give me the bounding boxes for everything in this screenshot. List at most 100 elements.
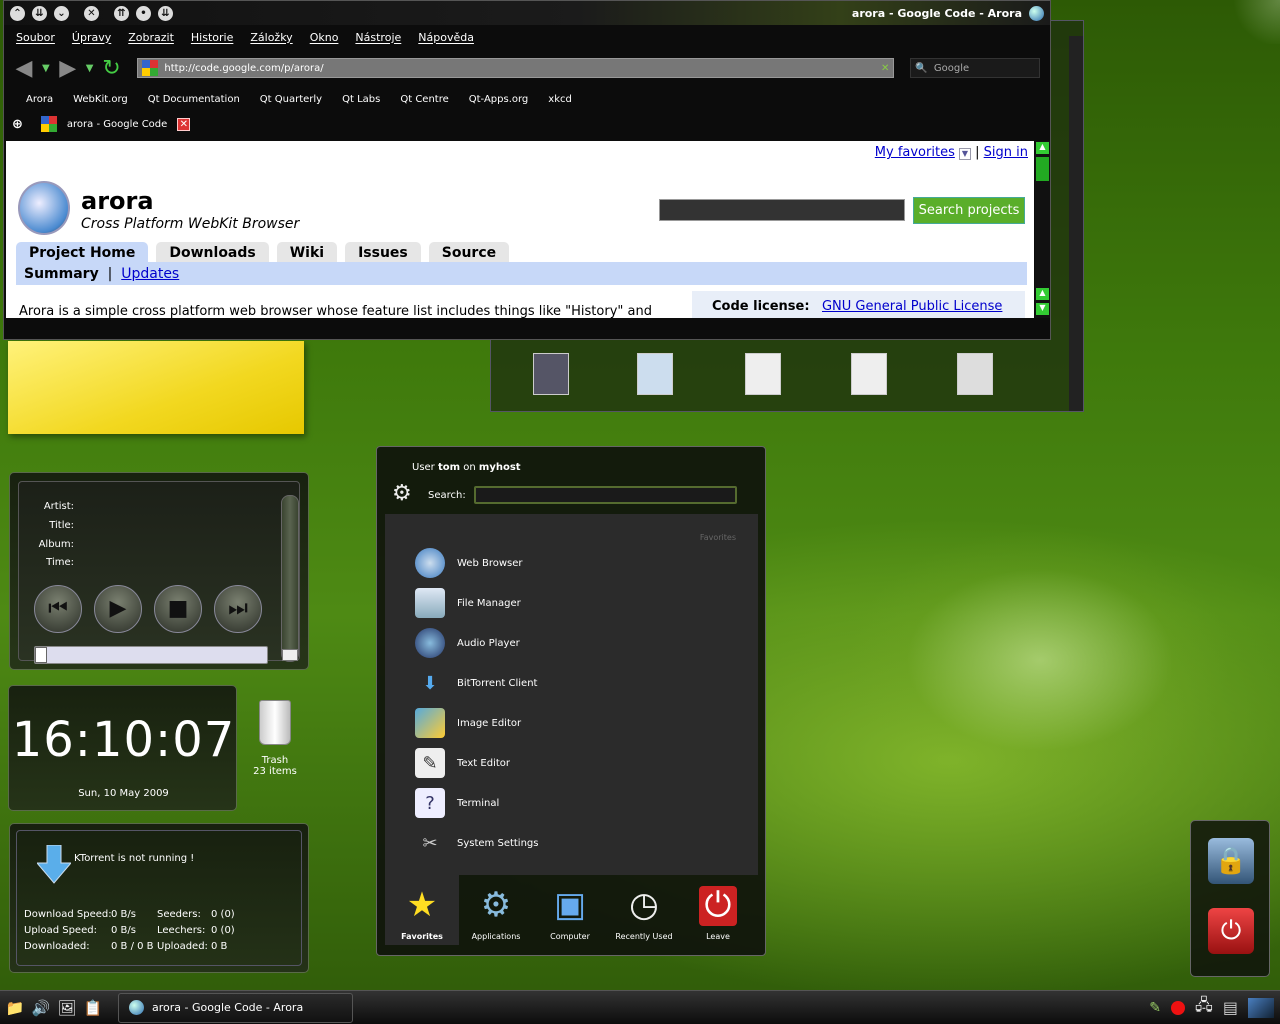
back-arrow-icon[interactable]: ◀ (12, 56, 36, 81)
desktop-toolbox-button[interactable] (1230, 0, 1280, 44)
desktop-settings-icon[interactable]: 🖼 (56, 997, 78, 1019)
next-track-button[interactable]: ⏭ (214, 585, 262, 633)
bookmark-qt-labs[interactable]: Qt Labs (342, 94, 380, 105)
menu-zobrazit[interactable]: Zobrazit (128, 31, 174, 44)
stop-button[interactable]: ■ (154, 585, 202, 633)
my-favorites-link[interactable]: My favorites (875, 145, 955, 160)
pager-icon[interactable]: ▤ (1223, 998, 1238, 1017)
tab-source[interactable]: Source (428, 242, 510, 263)
folder-item-photo[interactable] (533, 353, 569, 395)
seek-slider-handle[interactable] (35, 647, 47, 663)
folder-item-archive[interactable] (745, 353, 781, 395)
fav-text-editor[interactable]: ✎ Text Editor (415, 746, 715, 780)
project-name[interactable]: arora (81, 187, 154, 215)
tab-close-icon[interactable]: ✕ (177, 117, 191, 131)
previous-track-button[interactable]: ⏮ (34, 585, 82, 633)
fav-audio-player[interactable]: Audio Player (415, 626, 715, 660)
menu-okno[interactable]: Okno (310, 31, 339, 44)
folder-item-video[interactable] (957, 353, 993, 395)
menu-nastroje[interactable]: Nástroje (355, 31, 401, 44)
show-desktop-icon[interactable] (1248, 997, 1274, 1018)
tab-title[interactable]: arora - Google Code (67, 119, 167, 130)
folder-view-scrollbar[interactable] (1069, 36, 1083, 411)
trash-desktop-icon[interactable]: Trash 23 items (250, 700, 300, 777)
url-bar[interactable]: http://code.google.com/p/arora/ ✕ (137, 58, 895, 78)
leave-button[interactable]: ⏻ (1208, 908, 1254, 954)
kickoff-tab-favorites[interactable]: ★ Favorites (385, 875, 459, 945)
bookmark-qt-quarterly[interactable]: Qt Quarterly (260, 94, 322, 105)
window-close-icon[interactable]: ✕ (84, 5, 99, 21)
volume-icon[interactable]: 🔊 (30, 997, 52, 1019)
window-shade-icon[interactable]: ⇊ (32, 5, 47, 21)
fav-system-settings[interactable]: ✂ System Settings (415, 826, 715, 860)
bookmark-qt-centre[interactable]: Qt Centre (400, 94, 448, 105)
menu-upravy[interactable]: Úpravy (72, 31, 111, 44)
volume-slider[interactable] (281, 495, 299, 662)
play-button[interactable]: ▶ (94, 585, 142, 633)
search-projects-button[interactable]: Search projects (913, 197, 1025, 224)
scroll-thumb[interactable] (1036, 157, 1049, 181)
folder-item-archive-2[interactable] (851, 353, 887, 395)
forward-arrow-icon[interactable]: ▶ (56, 56, 80, 81)
arora-task-icon (129, 1000, 144, 1015)
back-history-dropdown-icon[interactable]: ▼ (42, 63, 50, 74)
sign-in-link[interactable]: Sign in (984, 145, 1028, 160)
fav-terminal[interactable]: ? Terminal (415, 786, 715, 820)
volume-slider-handle[interactable] (282, 649, 298, 661)
record-icon[interactable] (1171, 1000, 1186, 1015)
bookmark-qt-apps[interactable]: Qt-Apps.org (469, 94, 529, 105)
project-search-input[interactable] (659, 199, 905, 221)
window-on-all-desktops-icon[interactable]: • (136, 5, 151, 21)
clipboard-icon[interactable]: 📋 (82, 997, 104, 1019)
sticky-note[interactable] (8, 341, 304, 434)
menu-napoveda[interactable]: Nápověda (418, 31, 474, 44)
network-icon[interactable]: 🖧 (1195, 994, 1213, 1021)
menu-historie[interactable]: Historie (191, 31, 233, 44)
menu-soubor[interactable]: Soubor (16, 31, 55, 44)
bookmarks-bar: Arora WebKit.org Qt Documentation Qt Qua… (4, 87, 1050, 111)
tab-wiki[interactable]: Wiki (276, 242, 338, 263)
file-manager-launcher-icon[interactable]: 📁 (4, 997, 26, 1019)
fav-bittorrent-client[interactable]: ⬇ BitTorrent Client (415, 666, 715, 700)
favorites-dropdown-icon[interactable]: ▼ (958, 148, 971, 160)
bookmark-xkcd[interactable]: xkcd (548, 94, 572, 105)
kickoff-tab-recently-used[interactable]: ◷ Recently Used (607, 875, 681, 945)
kickoff-tab-computer[interactable]: ▣ Computer (533, 875, 607, 945)
folder-item-balloon-image[interactable] (637, 353, 673, 395)
kickoff-tab-leave[interactable]: ⏻ Leave (681, 875, 755, 945)
task-arora[interactable]: arora - Google Code - Arora (118, 992, 353, 1023)
bookmark-qt-documentation[interactable]: Qt Documentation (148, 94, 240, 105)
tab-project-home[interactable]: Project Home (16, 242, 149, 263)
clear-url-icon[interactable]: ✕ (881, 63, 889, 74)
window-titlebar[interactable]: ⌃ ⇊ ⌄ ✕ ⇈ • ⇊ arora - Google Code - Aror… (4, 1, 1050, 25)
menu-zalozky[interactable]: Záložky (250, 31, 292, 44)
tab-issues[interactable]: Issues (345, 242, 421, 263)
subnav-updates-link[interactable]: Updates (121, 266, 179, 282)
kickoff-tab-applications[interactable]: ⚙ Applications (459, 875, 533, 945)
page-scrollbar[interactable]: ▲ ▲ ▼ (1035, 141, 1050, 318)
url-text[interactable]: http://code.google.com/p/arora/ (164, 63, 323, 74)
new-tab-icon[interactable]: ⊕ (12, 117, 23, 132)
scroll-page-up-icon[interactable]: ▲ (1036, 288, 1049, 300)
scroll-up-icon[interactable]: ▲ (1036, 142, 1049, 154)
web-page-content: My favorites ▼ | Sign in arora Cross Pla… (6, 141, 1034, 318)
window-keep-above-icon[interactable]: ⇈ (114, 5, 129, 21)
window-menu-icon[interactable]: ⌃ (10, 5, 25, 21)
seek-slider[interactable] (34, 646, 268, 664)
scroll-down-icon[interactable]: ▼ (1036, 303, 1049, 315)
fav-web-browser[interactable]: Web Browser (415, 546, 715, 580)
bookmark-arora[interactable]: Arora (26, 94, 53, 105)
window-minimize-icon[interactable]: ⌄ (54, 5, 69, 21)
tab-downloads[interactable]: Downloads (156, 242, 269, 263)
fav-image-editor[interactable]: Image Editor (415, 706, 715, 740)
forward-history-dropdown-icon[interactable]: ▼ (86, 63, 94, 74)
fav-file-manager[interactable]: File Manager (415, 586, 715, 620)
web-search-box[interactable]: 🔍 Google (910, 58, 1041, 78)
kickoff-search-input[interactable] (474, 486, 737, 504)
window-keep-below-icon[interactable]: ⇊ (158, 5, 173, 21)
license-link[interactable]: GNU General Public License (822, 299, 1002, 314)
reload-icon[interactable]: ↻ (99, 56, 123, 81)
pen-icon[interactable]: ✎ (1149, 1000, 1161, 1016)
lock-screen-button[interactable]: 🔒 (1208, 838, 1254, 884)
bookmark-webkit[interactable]: WebKit.org (73, 94, 128, 105)
